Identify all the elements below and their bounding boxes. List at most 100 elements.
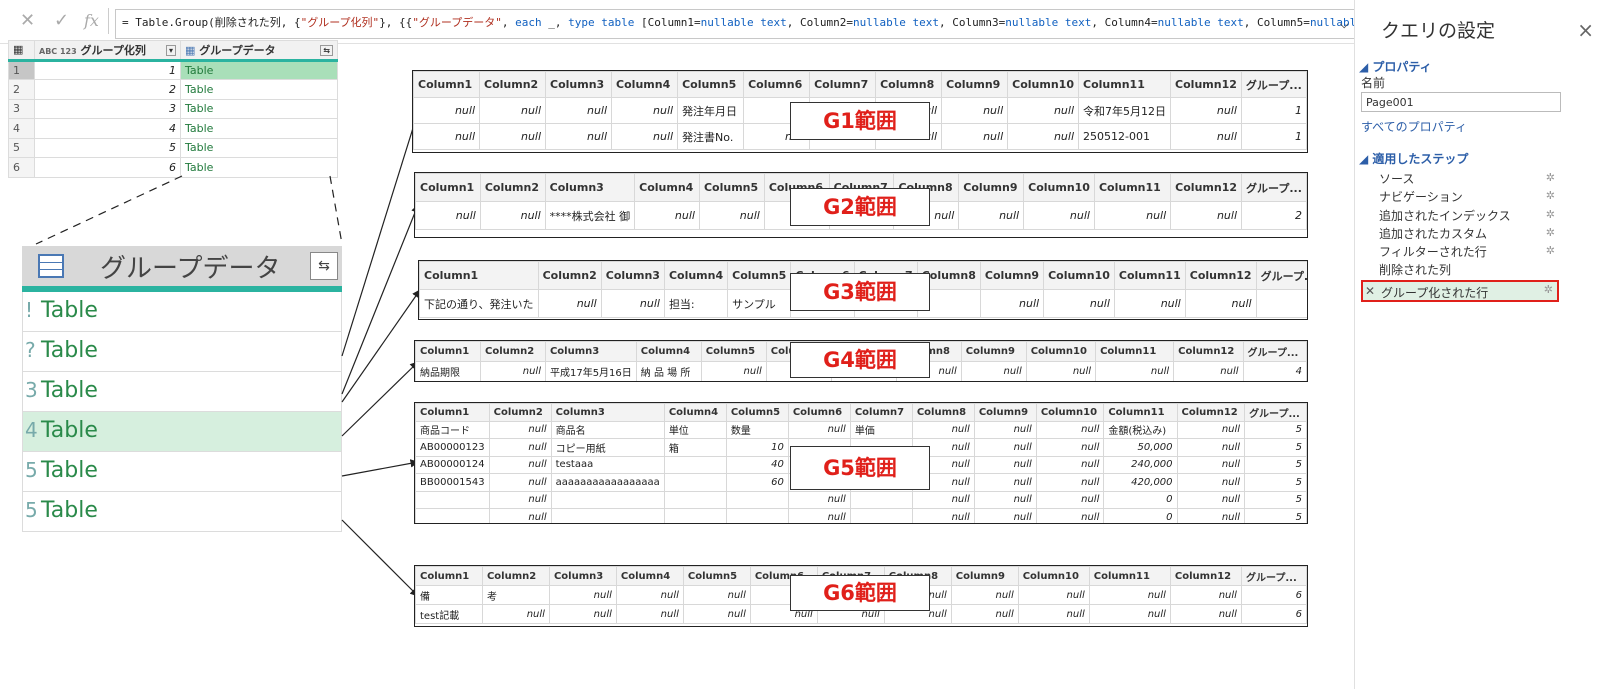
cell: null (1176, 438, 1246, 457)
cell: null (950, 585, 1019, 605)
cell: null (1184, 289, 1257, 318)
cell: null (1035, 473, 1105, 492)
gear-icon[interactable]: ✲ (1544, 283, 1553, 296)
column-header: Column8 (911, 403, 975, 422)
cell: 1 (1240, 97, 1307, 124)
gear-icon[interactable]: ✲ (1546, 226, 1555, 239)
cell: null (1017, 585, 1090, 605)
cell: null (1035, 438, 1105, 457)
cell: 考 (481, 585, 550, 605)
cell: 発注年月日 (677, 97, 745, 124)
table-row: 商品コード null 商品名 単位 数量 null 単価 null null null 金額(税込み… (415, 420, 1307, 439)
column-header: Column3 (544, 173, 636, 202)
cell (849, 508, 913, 523)
cell (663, 473, 727, 492)
cell: null (1169, 604, 1242, 624)
gear-icon[interactable]: ✲ (1546, 244, 1555, 257)
cell: null (545, 123, 613, 150)
step-label: ナビゲーション (1379, 190, 1463, 205)
cell: null (973, 508, 1037, 523)
cell (550, 490, 665, 509)
column-header: Column4 (634, 173, 700, 202)
column-header: Column8 (875, 71, 943, 98)
cell: null (787, 508, 851, 523)
cell (550, 508, 665, 523)
properties-section-header[interactable]: ◢ プロパティ (1359, 58, 1432, 75)
cell: null (479, 123, 547, 150)
cell: null (1017, 604, 1090, 624)
applied-step[interactable]: フィルターされた行 ✲ (1361, 243, 1559, 261)
cell: null (481, 604, 550, 624)
applied-step[interactable]: 追加されたインデックス ✲ (1361, 207, 1559, 225)
column-header: Column2 (479, 341, 546, 362)
delete-step-icon[interactable]: ✕ (1365, 284, 1375, 298)
column-header: Column2 (481, 566, 550, 586)
gear-icon[interactable]: ✲ (1546, 208, 1555, 221)
cell: 商品名 (550, 420, 665, 439)
column-header: Column3 (544, 341, 637, 362)
column-header: Column5 (700, 341, 767, 362)
header-row: Column1 Column2 Column3 Column4 Column5 Colum… (415, 403, 1307, 422)
applied-steps-section-header[interactable]: ◢ 適用したステップ (1359, 150, 1468, 167)
cell: 6 (1240, 604, 1307, 624)
cell: 1 (1240, 123, 1307, 150)
gear-icon[interactable]: ✲ (1546, 189, 1555, 202)
applied-step[interactable]: ソース ✲ (1361, 170, 1559, 188)
step-label: ソース (1379, 172, 1415, 186)
cell: 5 (1244, 438, 1307, 457)
cell: null (1088, 585, 1171, 605)
query-settings-panel: クエリの設定 × ◢ プロパティ 名前 すべてのプロパティ ◢ 適用したステップ… (1354, 0, 1600, 689)
table-row: null null null null null 0 null 5 (415, 508, 1307, 523)
column-header: Column10 (1025, 341, 1097, 362)
cell: null (479, 361, 546, 381)
column-header: Column2 (488, 403, 552, 422)
cell: BB00001543 (415, 473, 490, 492)
cell: 5 (1244, 508, 1307, 523)
cell: 箱 (663, 438, 727, 457)
cell: null (911, 508, 975, 523)
column-header: Column5 (727, 261, 792, 290)
range-label-g3: G3範囲 (790, 273, 930, 311)
cell: 6 (1240, 585, 1307, 605)
cell: 担当: (663, 289, 729, 318)
cell: null (682, 604, 751, 624)
cell: 3 (1255, 289, 1307, 318)
column-header: Column5 (677, 71, 745, 98)
close-icon[interactable]: × (1577, 18, 1594, 42)
cell: test記載 (415, 604, 483, 624)
cell: null (1035, 490, 1105, 509)
applied-step[interactable]: 追加されたカスタム ✲ (1361, 225, 1559, 243)
cell: null (479, 97, 547, 124)
cell: null (698, 201, 765, 230)
column-header: Column7 (809, 71, 877, 98)
column-header: Column10 (1043, 261, 1115, 290)
column-header: グループ... (1255, 261, 1307, 290)
cell: null (973, 438, 1037, 457)
cell: null (700, 361, 767, 381)
cell: testaaa (550, 455, 665, 474)
cell: 5 (1244, 455, 1307, 474)
cell: 5 (1244, 473, 1307, 492)
cell: null (973, 473, 1037, 492)
all-properties-link[interactable]: すべてのプロパティ (1361, 118, 1467, 135)
cell: 平成17年5月16日 (544, 361, 637, 381)
cell: null (1176, 490, 1246, 509)
applied-step[interactable]: ✕ グループ化された行 ✲ (1361, 279, 1559, 302)
column-header: Column3 (545, 71, 613, 98)
applied-step[interactable]: 削除された列 (1361, 261, 1559, 279)
gear-icon[interactable]: ✲ (1546, 171, 1555, 184)
column-header: Column6 (743, 71, 811, 98)
cell: null (682, 585, 751, 605)
column-header: Column3 (600, 261, 665, 290)
range-label-g2: G2範囲 (790, 188, 930, 226)
column-header: Column3 (548, 566, 617, 586)
step-label: フィルターされた行 (1379, 245, 1487, 260)
cell: null (1176, 473, 1246, 492)
column-header: Column10 (1017, 566, 1090, 586)
query-name-input[interactable] (1361, 92, 1561, 112)
applied-step[interactable]: ナビゲーション ✲ (1361, 188, 1559, 206)
column-header: Column6 (787, 403, 851, 422)
cell: 0 (1103, 490, 1178, 509)
column-header: Column5 (725, 403, 789, 422)
cell: null (545, 97, 613, 124)
